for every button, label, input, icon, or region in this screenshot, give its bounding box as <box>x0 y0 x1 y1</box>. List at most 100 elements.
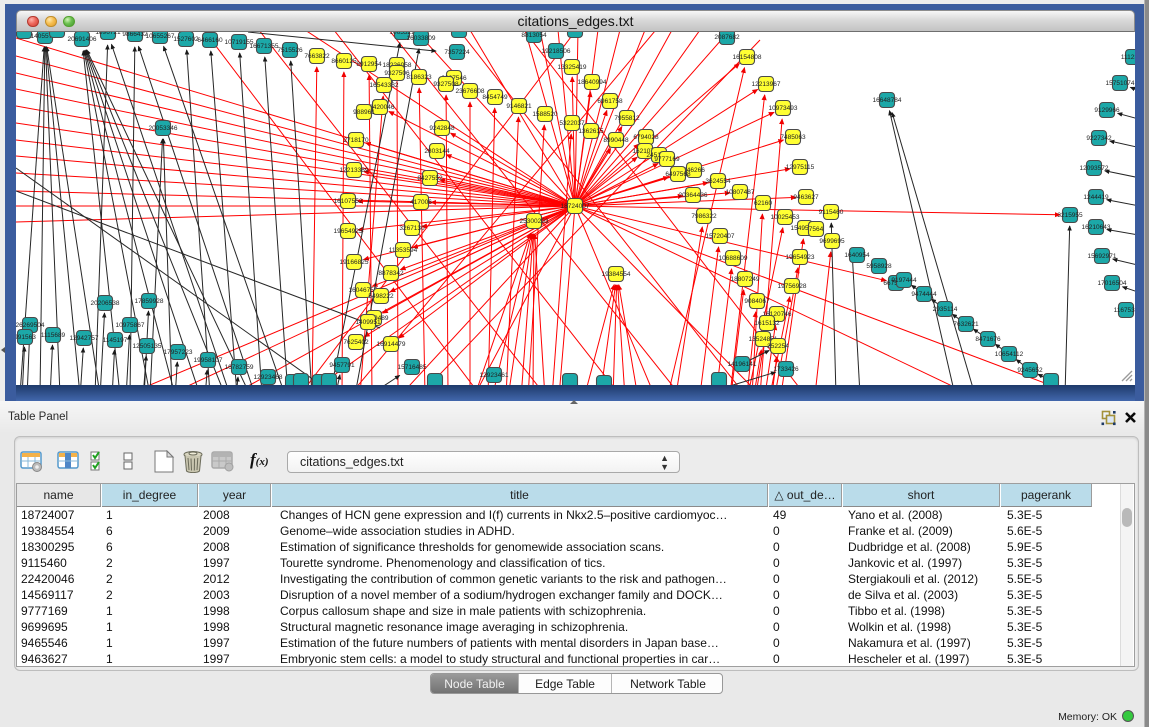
svg-text:7663822: 7663822 <box>304 53 330 60</box>
svg-text:16543382: 16543382 <box>370 82 399 89</box>
svg-text:26269504: 26269504 <box>16 322 45 329</box>
svg-text:62160: 62160 <box>754 200 772 207</box>
svg-text:1167533: 1167533 <box>1114 307 1135 314</box>
svg-text:12975115: 12975115 <box>786 164 815 171</box>
svg-text:2803144: 2803144 <box>424 148 450 155</box>
svg-text:8912954: 8912954 <box>356 61 382 68</box>
svg-text:988961: 988961 <box>353 109 375 116</box>
svg-text:9197444: 9197444 <box>891 277 917 284</box>
svg-text:11353594: 11353594 <box>389 247 418 254</box>
svg-text:1733426: 1733426 <box>773 366 799 373</box>
svg-text:1115689: 1115689 <box>41 332 66 339</box>
svg-text:7357224: 7357224 <box>444 49 470 56</box>
svg-text:5498222: 5498222 <box>368 293 394 300</box>
svg-text:2718170: 2718170 <box>343 137 369 144</box>
svg-text:20206538: 20206538 <box>91 300 120 307</box>
svg-text:10807487: 10807487 <box>726 189 755 196</box>
svg-text:991563: 991563 <box>16 334 36 341</box>
svg-text:8186323: 8186323 <box>406 74 432 81</box>
svg-text:17859928: 17859928 <box>135 298 164 305</box>
svg-text:5322037: 5322037 <box>559 120 585 127</box>
svg-text:25300293: 25300293 <box>520 218 549 225</box>
svg-text:12093572: 12093572 <box>1080 165 1109 172</box>
svg-text:9227342: 9227342 <box>1086 135 1112 142</box>
svg-text:16210643: 16210643 <box>1082 224 1111 231</box>
svg-text:9463627: 9463627 <box>793 194 819 201</box>
svg-text:20364436: 20364436 <box>679 192 708 199</box>
svg-text:9474444: 9474444 <box>911 291 937 298</box>
svg-text:2935114: 2935114 <box>933 306 958 313</box>
svg-text:19166825: 19166825 <box>340 259 369 266</box>
svg-text:16107552: 16107552 <box>334 198 363 205</box>
svg-text:23676608: 23676608 <box>456 88 485 95</box>
svg-text:12505135: 12505135 <box>133 343 162 350</box>
svg-text:20691406: 20691406 <box>68 36 97 43</box>
svg-text:9146821: 9146821 <box>506 103 532 110</box>
svg-text:1640954: 1640954 <box>844 252 870 259</box>
svg-text:7564: 7564 <box>809 226 824 233</box>
svg-text:16782759: 16782759 <box>225 364 254 371</box>
svg-text:18640994: 18640994 <box>578 79 607 86</box>
svg-text:15716485: 15716485 <box>398 364 427 371</box>
svg-text:16648784: 16648784 <box>873 97 902 104</box>
svg-text:1527602: 1527602 <box>173 36 199 43</box>
svg-text:10655267: 10655267 <box>146 33 175 40</box>
svg-text:19756928: 19756928 <box>778 283 807 290</box>
svg-text:1112354: 1112354 <box>1121 54 1135 61</box>
svg-text:15692971: 15692971 <box>1088 253 1117 260</box>
svg-text:16914479: 16914479 <box>377 341 406 348</box>
svg-text:1244419: 1244419 <box>1083 194 1109 201</box>
svg-text:15720407: 15720407 <box>706 233 735 240</box>
svg-text:252254: 252254 <box>767 343 789 350</box>
svg-text:8427552: 8427552 <box>417 175 443 182</box>
svg-text:2087682: 2087682 <box>714 34 740 41</box>
svg-text:3267130: 3267130 <box>399 225 425 232</box>
svg-text:1896721: 1896721 <box>95 32 121 36</box>
svg-text:10973493: 10973493 <box>769 105 798 112</box>
svg-text:10025453: 10025453 <box>771 214 800 221</box>
svg-text:8990448: 8990448 <box>603 137 629 144</box>
svg-text:12942757: 12942757 <box>70 335 99 342</box>
svg-text:9242848: 9242848 <box>429 125 455 132</box>
svg-text:17957223: 17957223 <box>164 349 193 356</box>
svg-text:6497568: 6497568 <box>665 171 691 178</box>
svg-text:6794028: 6794028 <box>633 134 659 141</box>
svg-text:8878342: 8878342 <box>378 270 404 277</box>
svg-text:12923461: 12923461 <box>480 372 509 379</box>
svg-text:5958928: 5958928 <box>866 263 892 270</box>
svg-text:1145197: 1145197 <box>103 337 128 344</box>
svg-text:9084067: 9084067 <box>744 298 770 305</box>
svg-text:3624554: 3624554 <box>705 178 731 185</box>
svg-text:9866432: 9866432 <box>122 32 148 38</box>
svg-text:1362615: 1362615 <box>578 128 604 135</box>
svg-text:3215955: 3215955 <box>1057 212 1083 219</box>
svg-text:12213389: 12213389 <box>340 167 369 174</box>
svg-text:7632621: 7632621 <box>953 321 979 328</box>
svg-text:19384554: 19384554 <box>602 271 631 278</box>
svg-text:1588520: 1588520 <box>532 111 558 118</box>
svg-text:6961758: 6961758 <box>597 98 623 105</box>
svg-text:7515526: 7515526 <box>277 47 303 54</box>
svg-text:9327508: 9327508 <box>433 81 459 88</box>
svg-text:7625402: 7625402 <box>343 339 369 346</box>
svg-text:8813054: 8813054 <box>521 32 547 39</box>
svg-text:9457791: 9457791 <box>329 362 355 369</box>
svg-text:9129966: 9129966 <box>1094 107 1120 114</box>
svg-text:10654112: 10654112 <box>995 351 1024 358</box>
svg-text:20053346: 20053346 <box>149 125 178 132</box>
svg-text:12923468: 12923468 <box>254 374 283 381</box>
svg-text:15751074: 15751074 <box>1106 80 1135 87</box>
svg-text:7955812: 7955812 <box>614 115 640 122</box>
svg-text:8454749: 8454749 <box>482 94 508 101</box>
svg-text:9245652: 9245652 <box>1017 367 1043 374</box>
svg-text:12213967: 12213967 <box>752 81 781 88</box>
svg-text:19958107: 19958107 <box>194 357 223 364</box>
svg-text:19654925: 19654925 <box>334 228 363 235</box>
svg-text:16671355: 16671355 <box>250 43 279 50</box>
svg-text:1409951: 1409951 <box>355 319 381 326</box>
svg-text:10688609: 10688609 <box>719 255 748 262</box>
svg-text:10975867: 10975867 <box>116 322 145 329</box>
svg-text:1615132: 1615132 <box>754 320 780 327</box>
svg-text:9699695: 9699695 <box>819 238 845 245</box>
svg-text:19654923: 19654923 <box>786 254 815 261</box>
